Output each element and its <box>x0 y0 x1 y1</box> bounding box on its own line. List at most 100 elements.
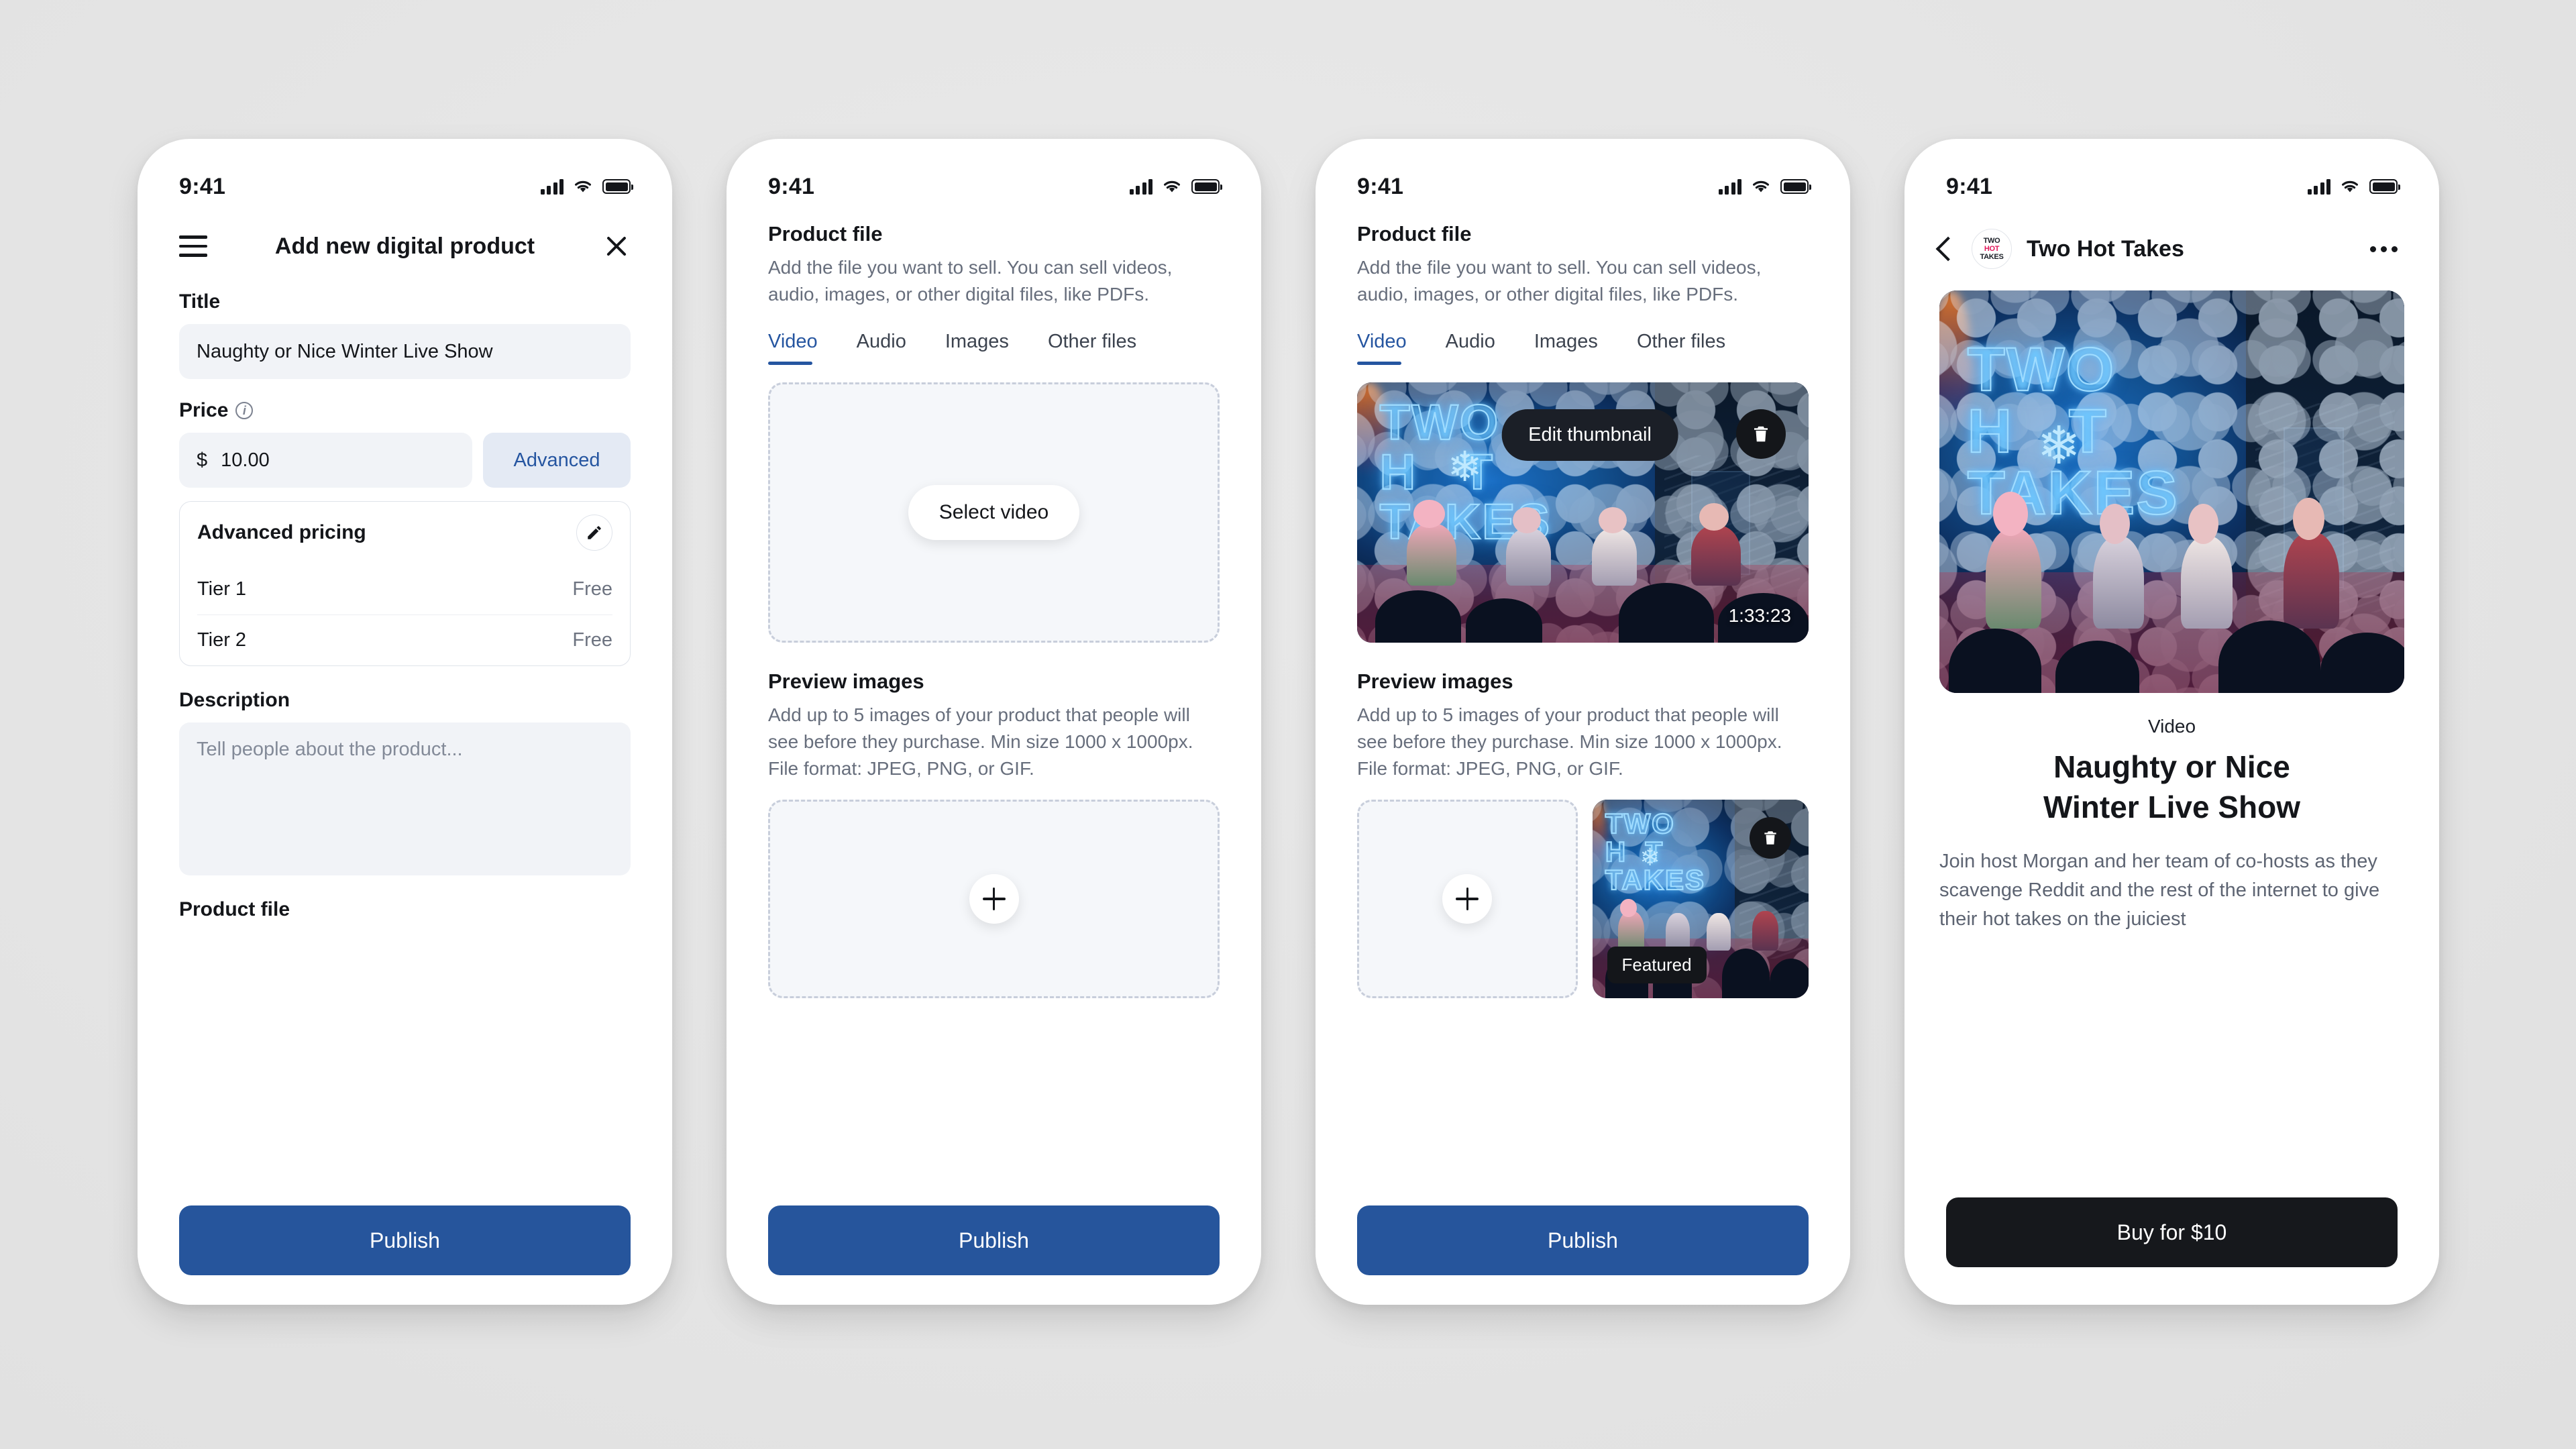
status-time: 9:41 <box>179 173 226 199</box>
screenshot-stage: 9:41 Add new digital product Title Naugh… <box>0 0 2576 1449</box>
video-duration: 1:33:23 <box>1728 605 1791 626</box>
battery-icon <box>1780 179 1811 194</box>
avatar-line-2: HOT <box>1984 244 2000 253</box>
product-description: Join host Morgan and her team of co-host… <box>1939 851 2380 930</box>
scroll-fade <box>138 1145 672 1188</box>
status-time: 9:41 <box>768 173 815 199</box>
plus-icon[interactable] <box>969 874 1019 924</box>
product-file-description: Add the file you want to sell. You can s… <box>1357 257 1762 305</box>
status-time: 9:41 <box>1946 173 1993 199</box>
tab-images[interactable]: Images <box>1534 331 1598 365</box>
price-label: Price <box>179 399 229 421</box>
publish-button[interactable]: Publish <box>1357 1205 1809 1275</box>
tier-price: Free <box>572 578 612 600</box>
snowflake-icon: ❄ <box>2037 416 2081 475</box>
page-title: Add new digital product <box>274 233 535 259</box>
publish-button[interactable]: Publish <box>768 1205 1220 1275</box>
phone-mockup-3: 9:41 Product file Add the file you want … <box>1316 139 1850 1305</box>
preview-images-description: Add up to 5 images of your product that … <box>768 704 1193 779</box>
battery-icon <box>602 179 633 194</box>
tab-audio[interactable]: Audio <box>1446 331 1495 365</box>
table-row: Tier 1 Free <box>197 564 612 614</box>
plus-icon[interactable] <box>1442 874 1493 924</box>
price-input[interactable]: $ 10.00 <box>179 433 472 488</box>
preview-image-dropzone[interactable] <box>768 800 1220 998</box>
tab-audio[interactable]: Audio <box>857 331 906 365</box>
file-type-tabs: Video Audio Images Other files <box>768 331 1220 365</box>
phone1-screen: Add new digital product Title Naughty or… <box>138 214 672 1188</box>
hamburger-menu-icon[interactable] <box>179 235 207 257</box>
two-hot-takes-avatar[interactable]: TWO HOT TAKES <box>1972 229 2012 269</box>
close-x-icon[interactable] <box>602 232 631 260</box>
price-label-row: Price i <box>179 399 631 422</box>
trash-icon[interactable] <box>1736 409 1786 459</box>
advanced-pricing-card: Advanced pricing Tier 1 Free Tier 2 Free <box>179 501 631 666</box>
tab-other-files[interactable]: Other files <box>1048 331 1136 365</box>
product-title: Naughty or Nice Winter Live Show <box>1904 747 2439 827</box>
phone3-screen: Product file Add the file you want to se… <box>1316 214 1850 1188</box>
preview-images-description: Add up to 5 images of your product that … <box>1357 704 1782 779</box>
status-bar: 9:41 <box>138 139 672 214</box>
currency-symbol: $ <box>197 449 208 471</box>
cellular-bars-icon <box>2307 178 2330 195</box>
wifi-icon <box>575 180 591 193</box>
scroll-fade <box>1316 1145 1850 1188</box>
tab-video[interactable]: Video <box>1357 331 1407 365</box>
status-icons <box>540 178 633 195</box>
select-video-button[interactable]: Select video <box>908 485 1080 540</box>
phone3-bottom-bar: Publish <box>1316 1188 1850 1305</box>
product-file-label: Product file <box>179 898 290 920</box>
publish-button[interactable]: Publish <box>179 1205 631 1275</box>
wifi-icon <box>2342 180 2358 193</box>
more-options-icon[interactable] <box>2363 239 2404 259</box>
edit-thumbnail-button[interactable]: Edit thumbnail <box>1501 409 1678 461</box>
table-row: Tier 2 Free <box>197 614 612 665</box>
wifi-icon <box>1164 180 1180 193</box>
video-thumbnail[interactable]: TWO H T TAKES ❄ <box>1357 382 1809 643</box>
advanced-pricing-title: Advanced pricing <box>197 521 366 543</box>
preview-images-heading: Preview images <box>768 669 924 693</box>
battery-icon <box>1191 179 1222 194</box>
title-field-label: Title <box>179 290 221 313</box>
file-type-tabs: Video Audio Images Other files <box>1357 331 1809 365</box>
status-time: 9:41 <box>1357 173 1404 199</box>
product-hero-image: TWO H T TAKES ❄ <box>1939 290 2404 693</box>
description-input[interactable]: Tell people about the product... <box>179 722 631 875</box>
preview-image-dropzone[interactable] <box>1357 800 1578 998</box>
info-circle-icon[interactable]: i <box>235 402 254 419</box>
phone2-screen: Product file Add the file you want to se… <box>727 214 1261 1188</box>
cellular-bars-icon <box>1718 178 1741 195</box>
phone-mockup-4: 9:41 TWO HOT TAKES Two Hot Takes ❄ Video… <box>1904 139 2439 1305</box>
product-title-line-1: Naughty or Nice <box>2053 749 2290 784</box>
status-bar: 9:41 <box>1316 139 1850 214</box>
page-title: Two Hot Takes <box>2027 235 2184 262</box>
snowflake-icon: ❄ <box>1640 843 1660 871</box>
scroll-fade <box>727 1145 1261 1188</box>
tab-images[interactable]: Images <box>945 331 1009 365</box>
phone3-content: Product file Add the file you want to se… <box>1316 214 1850 998</box>
phone-mockup-2: 9:41 Product file Add the file you want … <box>727 139 1261 1305</box>
status-bar: 9:41 <box>1904 139 2439 214</box>
advanced-pricing-button[interactable]: Advanced <box>483 433 631 488</box>
product-title-line-2: Winter Live Show <box>2043 790 2300 824</box>
title-input[interactable]: Naughty or Nice Winter Live Show <box>179 324 631 379</box>
chevron-left-icon[interactable] <box>1935 236 1961 262</box>
hero-artwork: TWO H T TAKES ❄ <box>1939 290 2404 693</box>
phone1-form: Title Naughty or Nice Winter Live Show P… <box>138 278 672 932</box>
status-icons <box>1718 178 1811 195</box>
tab-video[interactable]: Video <box>768 331 818 365</box>
phone2-bottom-bar: Publish <box>727 1188 1261 1305</box>
preview-image-item[interactable]: TWO H T TAKES ❄ <box>1592 800 1809 998</box>
wifi-icon <box>1753 180 1769 193</box>
tab-other-files[interactable]: Other files <box>1637 331 1725 365</box>
trash-icon[interactable] <box>1750 817 1791 859</box>
status-bar: 9:41 <box>727 139 1261 214</box>
video-dropzone[interactable]: Select video <box>768 382 1220 643</box>
tier-price: Free <box>572 629 612 651</box>
buy-button[interactable]: Buy for $10 <box>1946 1197 2398 1267</box>
price-value: 10.00 <box>221 449 270 471</box>
pencil-edit-icon[interactable] <box>576 515 612 551</box>
phone2-content: Product file Add the file you want to se… <box>727 214 1261 998</box>
product-file-heading: Product file <box>1357 222 1472 246</box>
phone4-screen: TWO HOT TAKES Two Hot Takes TW <box>1904 214 2439 1180</box>
